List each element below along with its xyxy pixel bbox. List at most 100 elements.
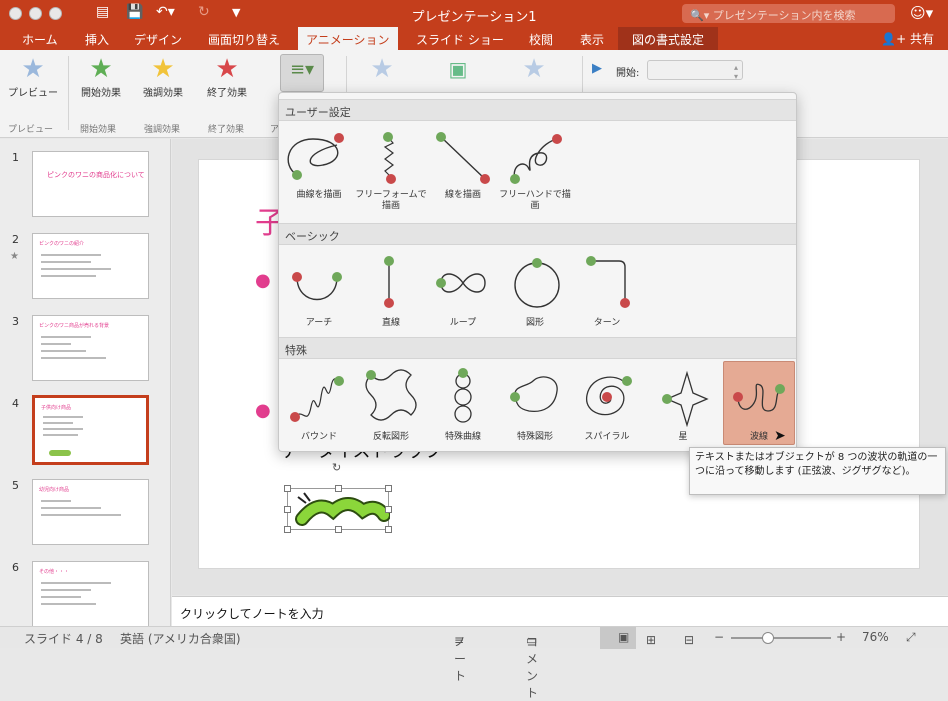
resize-handle[interactable] xyxy=(385,526,392,533)
motion-path-special-shape[interactable]: 特殊図形 xyxy=(499,367,571,443)
motion-path-loop[interactable]: ループ xyxy=(427,253,499,329)
mouse-cursor-icon: ➤ xyxy=(774,428,786,444)
text-line xyxy=(41,268,111,270)
share-button[interactable]: 👤+ 共有 xyxy=(881,30,934,47)
play-icon: ▶ xyxy=(592,61,602,76)
tab-view[interactable]: 表示 xyxy=(580,31,604,48)
slide-thumbnail-title: ピンクのワニ商品が売れる背景 xyxy=(39,323,110,329)
search-icon: 🔍▾ xyxy=(690,9,713,22)
tab-transitions[interactable]: 画面切り替え xyxy=(208,31,280,48)
ribbon-tab-bar: ホーム 挿入 デザイン 画面切り替え アニメーション スライド ショー 校閲 表… xyxy=(0,27,948,50)
tab-insert[interactable]: 挿入 xyxy=(85,31,109,48)
motion-path-inverted-square[interactable]: 反転図形 xyxy=(355,367,427,443)
curve-path-icon xyxy=(287,133,344,180)
effect-options-icon: ★ xyxy=(370,54,394,84)
normal-view-button[interactable]: ▣ xyxy=(600,627,636,649)
motion-path-button[interactable]: ≡▾ xyxy=(280,54,324,92)
tooltip: テキストまたはオブジェクトが 8 つの波状の軌道の一つに沿って移動します (正弦… xyxy=(689,447,946,495)
item-label: 特殊図形 xyxy=(516,432,553,442)
group-label-exit: 終了効果 xyxy=(208,125,245,135)
item-label: ループ xyxy=(449,318,477,328)
resize-handle[interactable] xyxy=(385,506,392,513)
selected-picture[interactable]: ↻ xyxy=(284,461,392,533)
slide-thumbnail-6[interactable]: その他・・・ xyxy=(32,561,149,626)
motion-path-draw-curve[interactable]: 曲線を描画 xyxy=(283,125,355,201)
text-line xyxy=(41,603,96,605)
preview-button[interactable]: ★ プレビュー xyxy=(6,54,60,99)
tab-review[interactable]: 校閲 xyxy=(529,31,553,48)
slide-thumbnail-title: その他・・・ xyxy=(39,569,70,575)
motion-path-star[interactable]: 星 xyxy=(647,367,719,443)
section-header-special: 特殊 xyxy=(279,337,796,359)
motion-path-line[interactable]: 線を描画 xyxy=(427,125,499,201)
item-label: 特殊曲線 xyxy=(444,432,481,442)
zoom-level[interactable]: 76% xyxy=(862,630,889,644)
zoom-slider[interactable] xyxy=(731,632,831,644)
motion-path-bounce[interactable]: バウンド xyxy=(283,367,355,443)
slide-thumbnail-pane[interactable]: 1 ピンクのワニの商品化について 2 ★ ピンクのワニの紹介 3 ピンクのワニ商… xyxy=(0,139,171,626)
slide-thumbnail-3[interactable]: ピンクのワニ商品が売れる背景 xyxy=(32,315,149,381)
tab-design[interactable]: デザイン xyxy=(134,31,182,48)
zoom-in-button[interactable]: + xyxy=(836,630,846,644)
motion-path-straight[interactable]: 直線 xyxy=(355,253,427,329)
tab-slideshow[interactable]: スライド ショー xyxy=(416,31,504,48)
text-line xyxy=(41,582,111,584)
item-label: 線を描画 xyxy=(444,190,481,200)
slide-thumbnail-1[interactable]: ピンクのワニの商品化について xyxy=(32,151,149,217)
resize-handle[interactable] xyxy=(284,485,291,492)
user-avatar-icon[interactable]: ☺▾ xyxy=(910,4,933,22)
text-line xyxy=(41,275,96,277)
search-field[interactable]: 🔍▾ プレゼンテーション内を検索 xyxy=(682,4,895,23)
add-animation-button[interactable]: ▣ xyxy=(436,54,480,84)
tab-home[interactable]: ホーム xyxy=(22,31,58,48)
motion-path-freeform[interactable]: フリーフォームで描画 xyxy=(355,125,427,212)
zoom-slider-thumb[interactable] xyxy=(762,632,774,644)
special-curve-path-icon xyxy=(454,368,472,423)
normal-view-icon: ▣ xyxy=(618,630,630,644)
text-line xyxy=(41,589,91,591)
emphasis-effect-button[interactable]: ★ 強調効果 xyxy=(136,54,190,99)
slide-thumbnail-2[interactable]: ピンクのワニの紹介 xyxy=(32,233,149,299)
slide-thumbnail-title: ピンクのワニの商品化について xyxy=(47,171,145,179)
wave-path-icon xyxy=(733,383,785,412)
tab-picture-format[interactable]: 図の書式設定 xyxy=(618,27,719,50)
resize-handle[interactable] xyxy=(284,526,291,533)
motion-path-arc[interactable]: アーチ xyxy=(283,253,355,329)
scribble-path-icon xyxy=(510,134,562,184)
stepper-icon: ▴ ▾ xyxy=(733,63,738,81)
status-bar: スライド 4 / 8 英語 (アメリカ合衆国) ≡ ノート ▭ コメント ▣ ⊞… xyxy=(0,626,948,700)
zoom-out-button[interactable]: − xyxy=(714,630,724,644)
exit-effect-button[interactable]: ★ 終了効果 xyxy=(200,54,254,99)
add-person-icon: 👤+ xyxy=(881,32,910,46)
arc-path-icon xyxy=(292,272,342,301)
motion-path-gallery[interactable]: ユーザー設定 曲線を描画 フリーフォームで描画 線を描画 フリーハンドで描画 ベ… xyxy=(278,92,797,452)
title-bar: ▤ 💾 ↶▾ ↻ ▼ プレゼンテーション1 🔍▾ プレゼンテーション内を検索 ☺… xyxy=(0,0,948,27)
special-shape-path-icon xyxy=(510,376,558,413)
text-line xyxy=(43,434,78,436)
resize-handle[interactable] xyxy=(335,526,342,533)
animation-painter-button[interactable]: ★ xyxy=(512,54,556,84)
resize-handle[interactable] xyxy=(335,485,342,492)
resize-handle[interactable] xyxy=(385,485,392,492)
turn-path-icon xyxy=(586,256,630,308)
tab-animations[interactable]: アニメーション xyxy=(298,27,398,50)
slide-thumbnail-5[interactable]: 幼児向け商品 xyxy=(32,479,149,545)
slide-thumbnail-4[interactable]: 子供向け商品 xyxy=(32,395,149,465)
language-indicator[interactable]: 英語 (アメリカ合衆国) xyxy=(120,630,241,647)
notes-label: ノート xyxy=(454,635,467,683)
resize-handle[interactable] xyxy=(284,506,291,513)
rotate-handle-icon[interactable]: ↻ xyxy=(332,461,341,474)
entrance-effect-button[interactable]: ★ 開始効果 xyxy=(74,54,128,99)
group-label-preview: プレビュー xyxy=(8,125,54,135)
motion-path-spiral[interactable]: スパイラル xyxy=(571,367,643,443)
motion-path-shape[interactable]: 図形 xyxy=(499,253,571,329)
notes-pane[interactable]: クリックしてノートを入力 xyxy=(172,596,948,626)
straight-path-icon xyxy=(384,256,394,308)
text-line xyxy=(41,254,101,256)
motion-path-turn[interactable]: ターン xyxy=(571,253,643,329)
start-select[interactable]: ▴ ▾ xyxy=(647,60,743,81)
motion-path-special-curve[interactable]: 特殊曲線 xyxy=(427,367,499,443)
effect-options-button[interactable]: ★ xyxy=(360,54,404,84)
motion-path-scribble[interactable]: フリーハンドで描画 xyxy=(499,125,571,212)
fit-to-window-icon[interactable]: ⤢ xyxy=(906,630,916,645)
